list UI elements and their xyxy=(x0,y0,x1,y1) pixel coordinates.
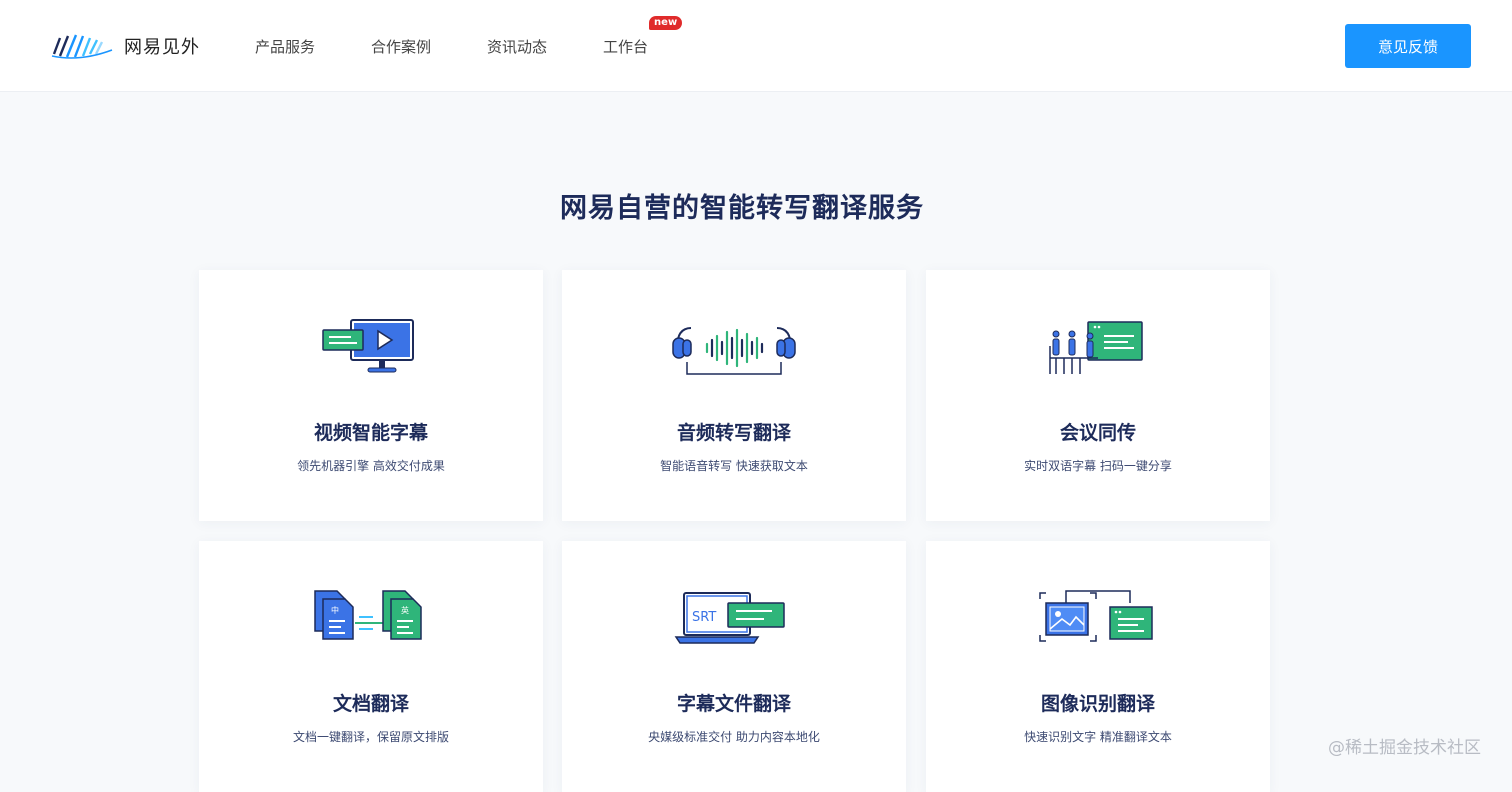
document-translate-icon: 中 英 xyxy=(314,590,422,640)
card-title: 字幕文件翻译 xyxy=(676,693,791,715)
service-card-meeting[interactable]: 会议同传 实时双语字幕 扫码一键分享 xyxy=(926,270,1270,521)
video-subtitle-icon xyxy=(322,319,414,373)
image-recognition-icon xyxy=(1039,590,1153,642)
service-card-audio-transcribe[interactable]: 音频转写翻译 智能语音转写 快速获取文本 xyxy=(562,270,906,521)
svg-text:SRT: SRT xyxy=(692,610,716,625)
audio-transcribe-icon xyxy=(672,327,796,375)
service-card-document[interactable]: 中 英 文档翻译 文档一键翻译，保留原文排版 xyxy=(199,541,543,792)
nav-item-workspace[interactable]: 工作台 new xyxy=(603,15,683,57)
watermark: @稀土掘金技术社区 xyxy=(1328,738,1481,758)
card-title: 视频智能字幕 xyxy=(313,422,428,444)
logo-text: 网易见外 xyxy=(124,37,200,58)
top-header: 网易见外 产品服务 合作案例 资讯动态 工作台 new 意见反馈 xyxy=(0,0,1512,92)
logo-waves-icon xyxy=(51,34,113,59)
service-card-video-subtitle[interactable]: 视频智能字幕 领先机器引擎 高效交付成果 xyxy=(199,270,543,521)
card-desc: 快速识别文字 精准翻译文本 xyxy=(1024,730,1172,744)
card-desc: 央媒级标准交付 助力内容本地化 xyxy=(648,730,820,744)
logo[interactable]: 网易见外 xyxy=(50,30,200,62)
nav-item-cases[interactable]: 合作案例 xyxy=(371,36,431,57)
service-card-subtitle-file[interactable]: SRT 字幕文件翻译 央媒级标准交付 助力内容本地化 xyxy=(562,541,906,792)
nav-item-news[interactable]: 资讯动态 xyxy=(487,36,547,57)
card-title: 会议同传 xyxy=(1059,422,1136,444)
svg-text:英: 英 xyxy=(401,605,409,615)
card-title: 文档翻译 xyxy=(332,693,409,715)
page-title: 网易自营的智能转写翻译服务 xyxy=(560,193,924,224)
nav-item-workspace-label: 工作台 xyxy=(603,37,649,56)
meeting-interpret-icon xyxy=(1049,321,1143,374)
feedback-button[interactable]: 意见反馈 xyxy=(1345,24,1471,68)
card-desc: 智能语音转写 快速获取文本 xyxy=(660,459,808,473)
nav-item-products[interactable]: 产品服务 xyxy=(255,36,315,57)
new-badge: new xyxy=(649,15,683,30)
service-card-image-recognition[interactable]: 图像识别翻译 快速识别文字 精准翻译文本 xyxy=(926,541,1270,792)
card-desc: 文档一键翻译，保留原文排版 xyxy=(292,730,449,744)
card-title: 图像识别翻译 xyxy=(1040,693,1155,715)
main-nav: 产品服务 合作案例 资讯动态 工作台 new xyxy=(255,0,704,92)
card-title: 音频转写翻译 xyxy=(676,422,791,444)
card-desc: 实时双语字幕 扫码一键分享 xyxy=(1024,459,1172,473)
subtitle-file-icon: SRT xyxy=(674,592,785,644)
card-desc: 领先机器引擎 高效交付成果 xyxy=(297,459,445,473)
svg-text:中: 中 xyxy=(331,605,339,615)
